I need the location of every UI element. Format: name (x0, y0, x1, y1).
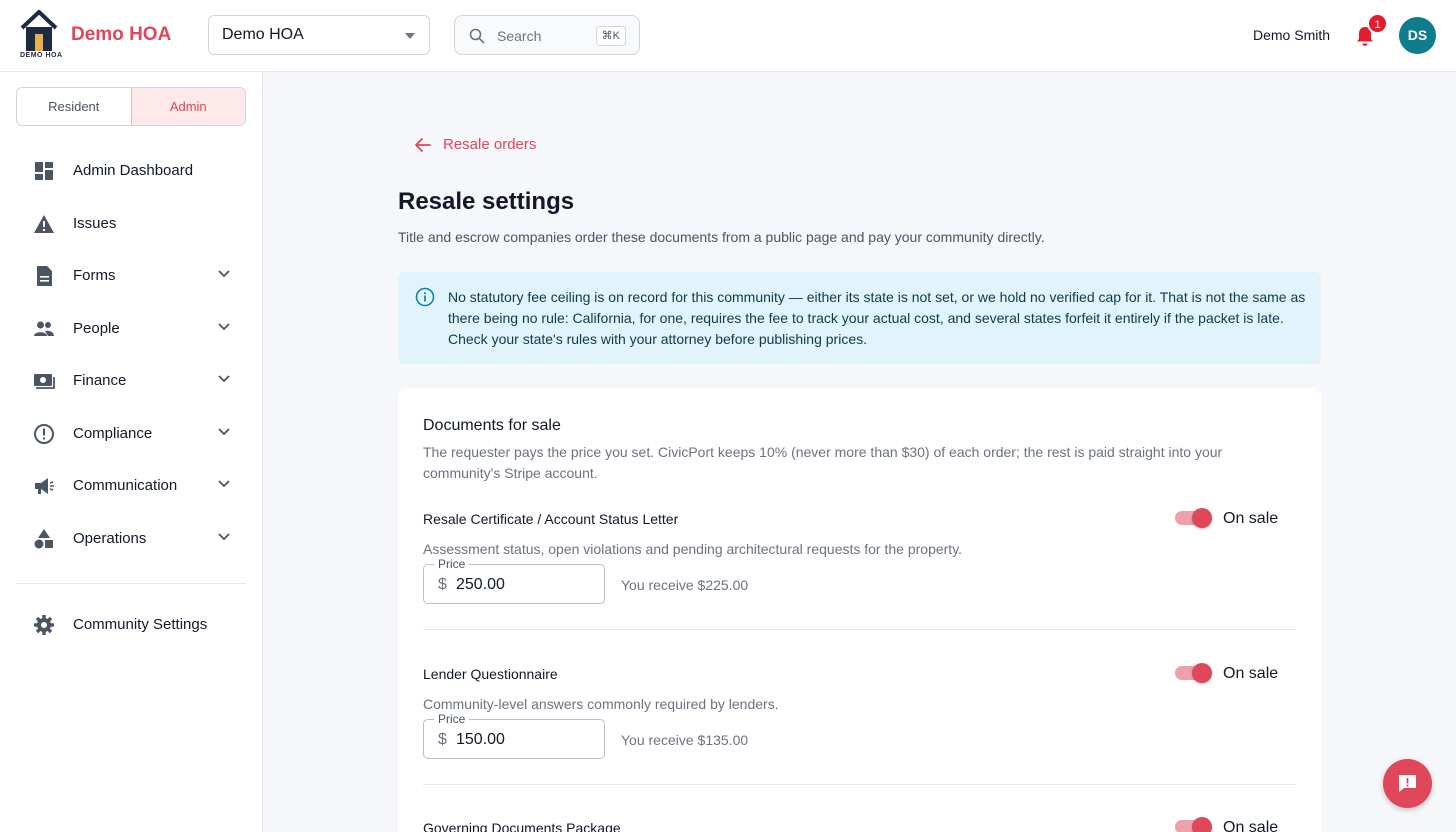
sidebar-item-label: Operations (73, 530, 147, 547)
sidebar-item-community-settings[interactable]: Community Settings (16, 603, 246, 647)
currency-symbol: $ (438, 576, 447, 593)
user-name[interactable]: Demo Smith (1253, 27, 1330, 43)
community-select[interactable]: Demo HOA (208, 15, 430, 55)
toggle-thumb (1192, 663, 1212, 683)
documents-for-sale-card: Documents for sale The requester pays th… (398, 388, 1321, 832)
sidebar-item-label: People (73, 320, 120, 337)
document-description: Assessment status, open violations and p… (423, 541, 963, 557)
currency-symbol: $ (438, 731, 447, 748)
caret-down-icon (405, 33, 415, 39)
top-header: DEMO HOA Demo HOA Demo HOA Search ⌘K Dem… (0, 0, 1456, 72)
row-divider (423, 784, 1296, 785)
page-title: Resale settings (398, 188, 575, 215)
page-subtitle: Title and escrow companies order these d… (398, 229, 1045, 245)
on-sale-toggle[interactable] (1175, 663, 1213, 683)
price-label: Price (434, 712, 470, 726)
chevron-down-icon (218, 428, 230, 436)
chevron-down-icon (218, 533, 230, 541)
document-icon (37, 266, 52, 286)
row-divider (423, 629, 1296, 630)
on-sale-toggle[interactable] (1175, 508, 1213, 528)
sidebar-item-forms[interactable]: Forms (16, 254, 246, 298)
sidebar-item-operations[interactable]: Operations (16, 517, 246, 561)
admin-mode-button[interactable]: Admin (130, 88, 245, 125)
megaphone-icon (35, 478, 54, 494)
chat-alert-icon (1399, 775, 1416, 792)
on-sale-toggle[interactable] (1175, 817, 1213, 832)
sale-status: On sale (1223, 665, 1279, 682)
sale-status: On sale (1223, 510, 1279, 527)
notification-badge: 1 (1367, 13, 1388, 34)
alert-circle-icon (34, 424, 54, 444)
sidebar-item-issues[interactable]: Issues (16, 202, 246, 246)
search-shortcut: ⌘K (595, 26, 626, 46)
warning-icon (34, 215, 54, 233)
chevron-down-icon (218, 480, 230, 488)
price-label: Price (434, 557, 470, 571)
document-name: Lender Questionnaire (423, 666, 558, 682)
toggle-thumb (1192, 817, 1212, 832)
gear-icon (34, 615, 54, 635)
brand-name[interactable]: Demo HOA (71, 24, 171, 46)
community-select-value: Demo HOA (222, 26, 304, 43)
sidebar-item-label: Communication (73, 477, 178, 494)
chevron-down-icon (218, 270, 230, 278)
you-receive-amount: You receive $225.00 (621, 577, 749, 593)
card-description: The requester pays the price you set. Ci… (423, 444, 1223, 481)
shapes-icon (34, 529, 53, 549)
search-placeholder: Search (497, 28, 542, 44)
arrow-left-icon (415, 138, 431, 152)
document-name: Governing Documents Package (423, 820, 621, 832)
toggle-thumb (1192, 508, 1212, 528)
sidebar-item-people[interactable]: People (16, 307, 246, 351)
search-input[interactable]: Search ⌘K (454, 15, 640, 55)
sidebar-item-communication[interactable]: Communication (16, 464, 246, 508)
you-receive-amount: You receive $135.00 (621, 732, 749, 748)
price-input[interactable]: Price $ 150.00 (423, 712, 605, 759)
sidebar-divider (16, 583, 246, 584)
sidebar-item-label: Compliance (73, 425, 153, 442)
sidebar-item-label: Finance (73, 372, 127, 389)
sidebar-item-finance[interactable]: Finance (16, 359, 246, 403)
feedback-button[interactable] (1383, 759, 1432, 808)
info-text: No statutory fee ceiling is on record fo… (448, 289, 1306, 347)
document-description: Community-level answers commonly require… (423, 696, 779, 712)
info-alert: No statutory fee ceiling is on record fo… (398, 272, 1321, 364)
price-input[interactable]: Price $ 250.00 (423, 557, 605, 604)
document-name: Resale Certificate / Account Status Lett… (423, 511, 679, 527)
sidebar-item-label: Admin Dashboard (73, 162, 194, 179)
sidebar-item-label: Community Settings (73, 616, 208, 633)
price-value: 250.00 (456, 576, 505, 593)
chevron-down-icon (218, 375, 230, 383)
search-icon (469, 28, 485, 44)
price-value: 150.00 (456, 731, 505, 748)
sidebar: Resident Admin Admin Dashboard Issues Fo… (0, 72, 263, 832)
mode-toggle: Resident Admin (16, 87, 246, 126)
sidebar-item-label: Forms (73, 267, 116, 284)
money-icon (34, 374, 55, 389)
resident-mode-button[interactable]: Resident (17, 88, 131, 125)
chevron-down-icon (218, 323, 230, 331)
logo-caption: DEMO HOA (20, 52, 63, 59)
card-title: Documents for sale (423, 417, 561, 434)
sidebar-item-compliance[interactable]: Compliance (16, 412, 246, 456)
dashboard-icon (35, 162, 53, 180)
people-icon (34, 321, 54, 336)
sidebar-item-admin-dashboard[interactable]: Admin Dashboard (16, 149, 246, 193)
info-icon (415, 287, 435, 307)
sidebar-item-label: Issues (73, 215, 117, 232)
back-link-label: Resale orders (443, 136, 537, 153)
avatar[interactable]: DS (1399, 17, 1436, 54)
sale-status: On sale (1223, 819, 1279, 832)
